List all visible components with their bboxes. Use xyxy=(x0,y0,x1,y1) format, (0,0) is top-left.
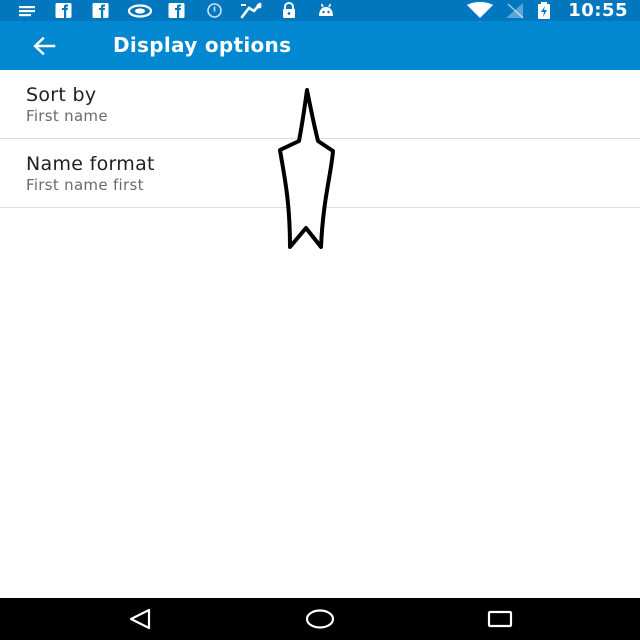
preference-summary: First name first xyxy=(26,176,144,194)
phone-screen: 10:55 Display options Sort by First name… xyxy=(0,0,640,640)
page-title: Display options xyxy=(113,33,292,57)
battery-charging-icon xyxy=(538,2,550,19)
status-clock: 10:55 xyxy=(568,0,628,21)
preference-title: Name format xyxy=(26,153,155,175)
nav-recents-button[interactable] xyxy=(460,598,540,640)
nav-back-button[interactable] xyxy=(100,598,180,640)
alarm-icon xyxy=(207,3,222,18)
preference-summary: First name xyxy=(26,107,108,125)
home-circle-icon xyxy=(305,609,335,629)
status-bar: 10:55 xyxy=(0,0,640,21)
fitness-icon xyxy=(240,2,262,19)
wifi-icon xyxy=(467,2,493,18)
lock-icon xyxy=(283,2,295,18)
back-button[interactable] xyxy=(22,28,66,64)
recents-square-icon xyxy=(487,610,513,628)
facebook-icon xyxy=(55,3,72,18)
facebook-icon xyxy=(168,3,185,18)
android-icon xyxy=(319,3,333,16)
preference-title: Sort by xyxy=(26,84,97,106)
navigation-bar xyxy=(0,598,640,640)
app-toolbar: Display options xyxy=(0,21,640,70)
back-triangle-icon xyxy=(129,608,151,630)
nav-home-button[interactable] xyxy=(280,598,360,640)
message-icon xyxy=(19,6,35,17)
nvidia-icon xyxy=(127,4,153,18)
facebook-icon xyxy=(92,3,109,18)
arrow-back-icon xyxy=(33,36,56,56)
arrow-up-icon xyxy=(278,88,335,249)
no-signal-icon xyxy=(506,3,524,19)
